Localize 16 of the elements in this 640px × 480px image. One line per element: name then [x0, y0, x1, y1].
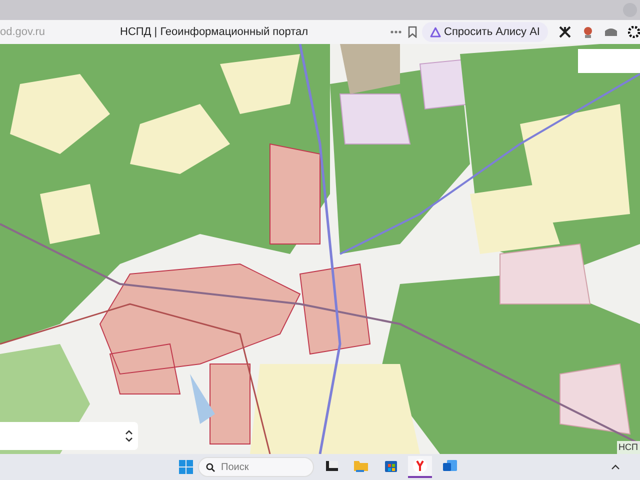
search-icon [206, 462, 215, 472]
browser-icon[interactable] [408, 456, 432, 478]
page-title: НСПД | Геоинформационный портал [120, 24, 310, 40]
chevron-up-down-icon [124, 430, 132, 442]
input-field[interactable] [578, 49, 640, 73]
extension-icon[interactable] [582, 26, 594, 38]
ask-assistant-button[interactable]: Спросить Алису AI [422, 22, 548, 42]
tools-icon[interactable] [559, 26, 571, 38]
start-icon[interactable] [178, 460, 192, 474]
assistant-icon [430, 26, 442, 38]
more-icon[interactable] [390, 30, 402, 34]
chevron-up-icon[interactable] [611, 464, 620, 470]
extension-icon[interactable] [605, 28, 617, 36]
select-field[interactable] [0, 422, 138, 450]
bookmark-icon[interactable] [408, 26, 417, 38]
taskbar-search-field[interactable]: Поиск [198, 457, 314, 477]
